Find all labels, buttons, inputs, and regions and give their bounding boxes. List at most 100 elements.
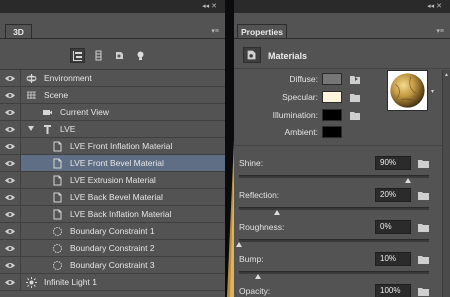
scene-list-item[interactable]: Scene <box>0 87 225 104</box>
collapse-panel-icon[interactable]: ◂◂ ✕ <box>427 2 442 10</box>
scene-list-item-label: Infinite Light 1 <box>44 277 97 287</box>
shine-value-field[interactable]: 90% <box>375 156 411 170</box>
light-icon <box>26 277 37 288</box>
visibility-eye-icon[interactable] <box>0 121 21 137</box>
roughness-value-field[interactable]: 0% <box>375 220 411 234</box>
visibility-eye-icon[interactable] <box>0 104 21 120</box>
tab-divider <box>234 38 450 39</box>
shine-slider-track[interactable] <box>239 175 429 178</box>
properties-scrollbar[interactable]: ▲ <box>442 70 450 297</box>
illumination-color-swatch[interactable] <box>322 109 342 121</box>
light-filter-icon[interactable] <box>133 48 148 63</box>
scene-list-item-label: Current View <box>60 107 109 117</box>
scene-list-item[interactable]: Current View <box>0 104 225 121</box>
scene-list-item[interactable]: LVE Extrusion Material <box>0 172 225 189</box>
opacity-texture-folder-icon[interactable] <box>418 287 429 296</box>
reflection-value-field[interactable]: 20% <box>375 188 411 202</box>
shine-slider-thumb[interactable] <box>405 178 412 183</box>
diffuse-label: Diffuse: <box>289 74 318 84</box>
panel-gap <box>225 0 234 297</box>
roughness-slider-thumb[interactable] <box>236 242 242 247</box>
scene-layer-list: Environment Scene Current View LVE LVE Front… <box>0 69 225 291</box>
roughness-label: Roughness: <box>239 222 285 232</box>
scroll-up-icon[interactable]: ▲ <box>444 72 449 78</box>
shine-texture-folder-icon[interactable] <box>418 159 429 168</box>
scene-filter-icon[interactable] <box>70 48 85 63</box>
visibility-eye-icon[interactable] <box>0 172 21 188</box>
3d-panel-dock-bar: ◂◂ ✕ <box>0 0 225 13</box>
bump-value-field[interactable]: 10% <box>375 252 411 266</box>
scene-list-item-label: LVE Extrusion Material <box>70 175 156 185</box>
scene-list-item-label: LVE <box>60 124 76 134</box>
bump-slider-thumb[interactable] <box>254 274 261 279</box>
material-filter-icon[interactable] <box>112 48 127 63</box>
properties-dock-bar: ◂◂ ✕ <box>234 0 450 13</box>
diffuse-texture-edit-icon[interactable] <box>350 75 360 84</box>
scene-list-item[interactable]: LVE Back Bevel Material <box>0 189 225 206</box>
divider <box>234 145 450 146</box>
scene-list-item[interactable]: LVE Front Bevel Material <box>0 155 225 172</box>
visibility-eye-icon[interactable] <box>0 240 21 256</box>
specular-label: Specular: <box>282 92 318 102</box>
specular-folder-icon[interactable] <box>350 93 360 102</box>
reflection-texture-folder-icon[interactable] <box>418 191 429 200</box>
scene-list-item-label: Boundary Constraint 1 <box>70 226 155 236</box>
panel-menu-icon[interactable]: ▾≡ <box>436 27 444 35</box>
scene-list-item[interactable]: Boundary Constraint 1 <box>0 223 225 240</box>
mesh-icon <box>42 124 53 135</box>
materials-icon <box>243 47 261 63</box>
properties-panel: ◂◂ ✕ Properties ▾≡ Materials Diffuse: Sp… <box>234 0 450 297</box>
constraint-icon <box>52 243 63 254</box>
ambient-color-swatch[interactable] <box>322 126 342 138</box>
scene-list-item[interactable]: Boundary Constraint 3 <box>0 257 225 274</box>
tab-3d[interactable]: 3D <box>5 24 32 39</box>
visibility-eye-icon[interactable] <box>0 257 21 273</box>
divider <box>234 68 450 69</box>
material-icon <box>52 175 63 186</box>
opacity-value-field[interactable]: 100% <box>375 284 411 297</box>
environment-icon <box>26 73 37 84</box>
tab-divider <box>0 38 225 39</box>
panel-menu-icon[interactable]: ▾≡ <box>211 27 219 35</box>
scene-list-item[interactable]: LVE <box>0 121 225 138</box>
visibility-eye-icon[interactable] <box>0 87 21 103</box>
reflection-slider-thumb[interactable] <box>273 210 280 215</box>
scene-list-item[interactable]: LVE Front Inflation Material <box>0 138 225 155</box>
visibility-eye-icon[interactable] <box>0 189 21 205</box>
preview-dropdown-icon[interactable]: ▾ <box>431 88 434 95</box>
scene-list-item[interactable]: Boundary Constraint 2 <box>0 240 225 257</box>
opacity-label: Opacity: <box>239 286 271 296</box>
illumination-folder-icon[interactable] <box>350 111 360 120</box>
material-sphere-preview <box>390 73 425 108</box>
scene-list-item[interactable]: Environment <box>0 70 225 87</box>
background-gold-streak <box>227 140 234 297</box>
specular-color-swatch[interactable] <box>322 91 342 103</box>
visibility-eye-icon[interactable] <box>0 274 21 290</box>
collapse-panel-icon[interactable]: ◂◂ ✕ <box>202 2 217 10</box>
tab-properties[interactable]: Properties <box>237 24 287 39</box>
bump-slider-track[interactable] <box>239 271 429 274</box>
scene-list-item[interactable]: Infinite Light 1 <box>0 274 225 291</box>
3d-panel: ◂◂ ✕ 3D ▾≡ Environment Scene Current View L… <box>0 0 225 297</box>
visibility-eye-icon[interactable] <box>0 223 21 239</box>
3d-filter-toolbar <box>70 48 148 63</box>
expand-triangle-icon[interactable] <box>28 126 34 131</box>
visibility-eye-icon[interactable] <box>0 155 21 171</box>
diffuse-color-swatch[interactable] <box>322 73 342 85</box>
reflection-slider-track[interactable] <box>239 207 429 210</box>
roughness-slider-track[interactable] <box>239 239 429 242</box>
bump-texture-folder-icon[interactable] <box>418 255 429 264</box>
scene-list-item-label: LVE Front Bevel Material <box>70 158 164 168</box>
scene-list-item-label: Environment <box>44 73 92 83</box>
visibility-eye-icon[interactable] <box>0 70 21 86</box>
scene-list-item-label: LVE Back Bevel Material <box>70 192 163 202</box>
material-preview-picker[interactable] <box>387 70 428 111</box>
mesh-filter-icon[interactable] <box>91 48 106 63</box>
camera-icon <box>42 107 53 118</box>
roughness-texture-folder-icon[interactable] <box>418 223 429 232</box>
visibility-eye-icon[interactable] <box>0 206 21 222</box>
visibility-eye-icon[interactable] <box>0 138 21 154</box>
scene-list-item[interactable]: LVE Back Inflation Material <box>0 206 225 223</box>
ambient-label: Ambient: <box>284 127 318 137</box>
material-icon <box>52 141 63 152</box>
